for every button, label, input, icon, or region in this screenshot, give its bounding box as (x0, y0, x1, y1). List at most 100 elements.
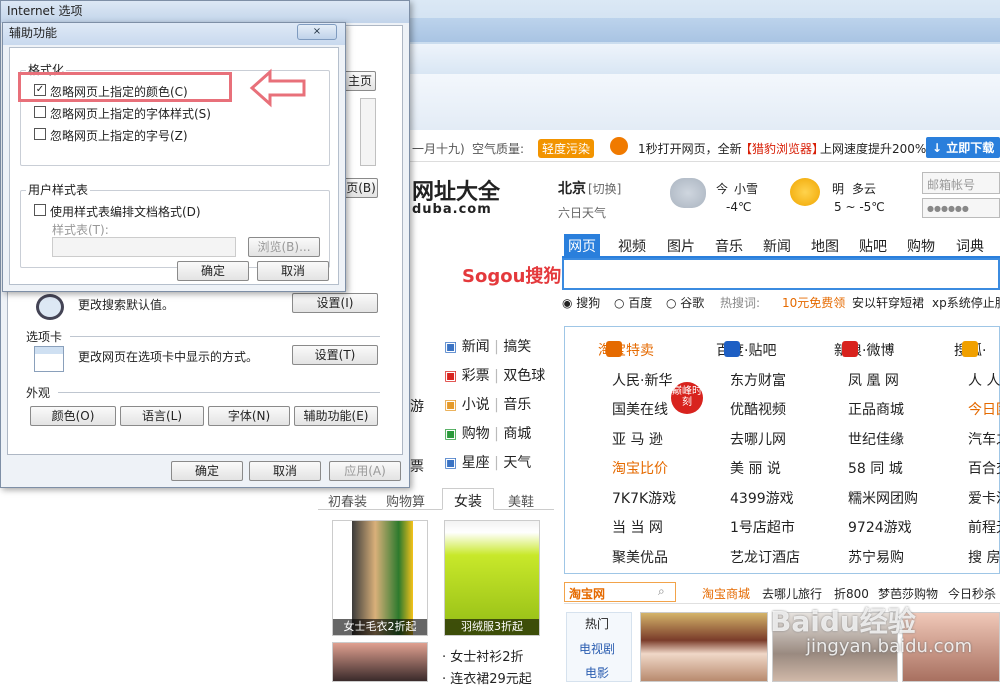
search-input[interactable] (562, 258, 1000, 290)
hot-tab-2[interactable]: 电视剧 (579, 640, 615, 657)
site-link[interactable]: 糯米网团购 (848, 488, 918, 508)
shop-tab-4[interactable]: 美鞋 (508, 491, 534, 510)
apply-button[interactable]: 应用(A) (329, 461, 401, 481)
video-thumb-1[interactable] (640, 612, 768, 682)
shop-tab-2[interactable]: 购物算 (386, 491, 425, 510)
access-cancel-button[interactable]: 取消 (257, 261, 329, 281)
shop-tab-1[interactable]: 初春装 (328, 491, 367, 510)
promo-badge[interactable]: 巅峰时刻 (671, 382, 703, 414)
site-link[interactable]: 苏宁易购 (848, 547, 904, 567)
search-icon[interactable]: ⌕ (658, 584, 665, 599)
promo-speed[interactable]: 上网速度提升200% (820, 140, 926, 157)
tab-map[interactable]: 地图 (811, 236, 839, 256)
product-down-jacket[interactable]: 羽绒服3折起 (444, 520, 540, 636)
engine-sogou[interactable]: ◉ 搜狗 (562, 294, 600, 311)
download-button[interactable]: ↓ 立即下载 (926, 137, 1000, 158)
category-link[interactable]: 购物 (462, 426, 490, 442)
home-button-partial[interactable]: 主页 (344, 71, 376, 91)
taobao-link-1[interactable]: 淘宝商城 (702, 585, 750, 602)
tab-dict[interactable]: 词典 (956, 236, 984, 256)
access-ok-button[interactable]: 确定 (177, 261, 249, 281)
tab-music[interactable]: 音乐 (715, 236, 743, 256)
promo-brand[interactable]: 【猎豹浏览器】 (740, 140, 824, 157)
stylesheet-field[interactable] (52, 237, 236, 257)
site-link[interactable]: 7K7K游戏 (612, 488, 676, 508)
site-link[interactable]: 人民·新华 (612, 370, 672, 390)
taobao-link-5[interactable]: 今日秒杀 (948, 585, 996, 602)
site-link[interactable]: 优酷视频 (730, 399, 786, 419)
site-link[interactable]: 人 人 网 (968, 370, 1000, 390)
shop-tab-3[interactable]: 女装 (442, 488, 494, 510)
site-link[interactable]: 今日团购 (968, 399, 1000, 419)
site-link[interactable]: 58 同 城 (848, 458, 903, 478)
category-link[interactable]: 星座 (462, 455, 490, 471)
product-scarf[interactable] (332, 642, 428, 682)
site-link[interactable]: 凤 凰 网 (848, 370, 899, 390)
password-field[interactable]: ●●●●●● (922, 198, 1000, 218)
category-link[interactable]: 彩票 (462, 368, 490, 384)
air-value[interactable]: 轻度污染 (538, 139, 595, 158)
shop-link-2[interactable]: · 连衣裙29元起 (442, 668, 532, 687)
tab-news[interactable]: 新闻 (763, 236, 791, 256)
promo-text[interactable]: 1秒打开网页，全新 (638, 140, 742, 157)
product-sweater[interactable]: 女士毛衣2折起 (332, 520, 428, 636)
site-link[interactable]: 去哪儿网 (730, 429, 786, 449)
home-scrollbar[interactable] (360, 98, 376, 166)
ignore-sizes-label[interactable]: 忽略网页上指定的字号(Z) (50, 127, 188, 144)
hot-tab-3[interactable]: 电影 (585, 664, 609, 681)
browse-button[interactable]: 浏览(B)... (248, 237, 320, 257)
site-link[interactable]: 正品商城 (848, 399, 904, 419)
category-link[interactable]: 小说 (462, 397, 490, 413)
category-link[interactable]: 搞笑 (503, 339, 531, 355)
tab-shopping[interactable]: 购物 (907, 236, 935, 256)
tab-image[interactable]: 图片 (667, 236, 695, 256)
ignore-fonts-label[interactable]: 忽略网页上指定的字体样式(S) (50, 105, 211, 122)
hot-tab-1[interactable]: 热门 (585, 615, 609, 632)
hot-term-2[interactable]: 安以轩穿短裙 (852, 294, 924, 311)
close-icon[interactable]: × (297, 24, 337, 40)
hot-term-1[interactable]: 10元免费领 (782, 294, 845, 311)
languages-button[interactable]: 语言(L) (120, 406, 204, 426)
site-link[interactable]: 1号店超市 (730, 517, 795, 537)
ignore-fonts-checkbox[interactable] (34, 106, 46, 118)
site-link[interactable]: 百合交友 (968, 458, 1000, 478)
ignore-sizes-checkbox[interactable] (34, 128, 46, 140)
use-stylesheet-label[interactable]: 使用样式表编排文档格式(D) (50, 203, 201, 220)
hot-term-3[interactable]: xp系统停止服 (932, 294, 1000, 311)
accessibility-button[interactable]: 辅助功能(E) (294, 406, 378, 426)
site-link[interactable]: 前程无忧 (968, 517, 1000, 537)
weather-sixday[interactable]: 六日天气 (558, 204, 606, 221)
colors-button[interactable]: 颜色(O) (30, 406, 116, 426)
weather-switch[interactable]: [切换] (588, 180, 621, 197)
shop-link-1[interactable]: · 女士衬衫2折 (442, 646, 524, 665)
site-link[interactable]: 搜 房 网 (968, 547, 1000, 567)
site-link[interactable]: 爱卡汽车 (968, 488, 1000, 508)
site-link[interactable]: 美 丽 说 (730, 458, 781, 478)
tab-web[interactable]: 网页 (564, 234, 600, 258)
site-link[interactable]: 4399游戏 (730, 488, 794, 508)
category-link[interactable]: 双色球 (503, 368, 545, 384)
site-link[interactable]: 国美在线 (612, 399, 668, 419)
search-settings-button[interactable]: 设置(I) (292, 293, 378, 313)
cancel-button[interactable]: 取消 (249, 461, 321, 481)
category-link[interactable]: 音乐 (503, 397, 531, 413)
engine-baidu[interactable]: ○ 百度 (614, 294, 652, 311)
category-link[interactable]: 新闻 (462, 339, 490, 355)
site-link[interactable]: 世纪佳缘 (848, 429, 904, 449)
category-link[interactable]: 天气 (503, 455, 531, 471)
fonts-button[interactable]: 字体(N) (208, 406, 290, 426)
site-link[interactable]: 当 当 网 (612, 517, 663, 537)
site-link[interactable]: 淘宝比价 (612, 458, 668, 478)
ok-button[interactable]: 确定 (171, 461, 243, 481)
tabs-settings-button[interactable]: 设置(T) (292, 345, 378, 365)
use-stylesheet-checkbox[interactable] (34, 204, 46, 216)
tab-tieba[interactable]: 贴吧 (859, 236, 887, 256)
site-link[interactable]: 汽车之家 (968, 429, 1000, 449)
site-link[interactable]: 9724游戏 (848, 517, 912, 537)
site-link[interactable]: 艺龙订酒店 (730, 547, 800, 567)
engine-google[interactable]: ○ 谷歌 (666, 294, 704, 311)
site-link[interactable]: 亚 马 逊 (612, 429, 663, 449)
email-field[interactable]: 邮箱帐号 (922, 172, 1000, 194)
category-link[interactable]: 商城 (503, 426, 531, 442)
site-link[interactable]: 东方财富 (730, 370, 786, 390)
